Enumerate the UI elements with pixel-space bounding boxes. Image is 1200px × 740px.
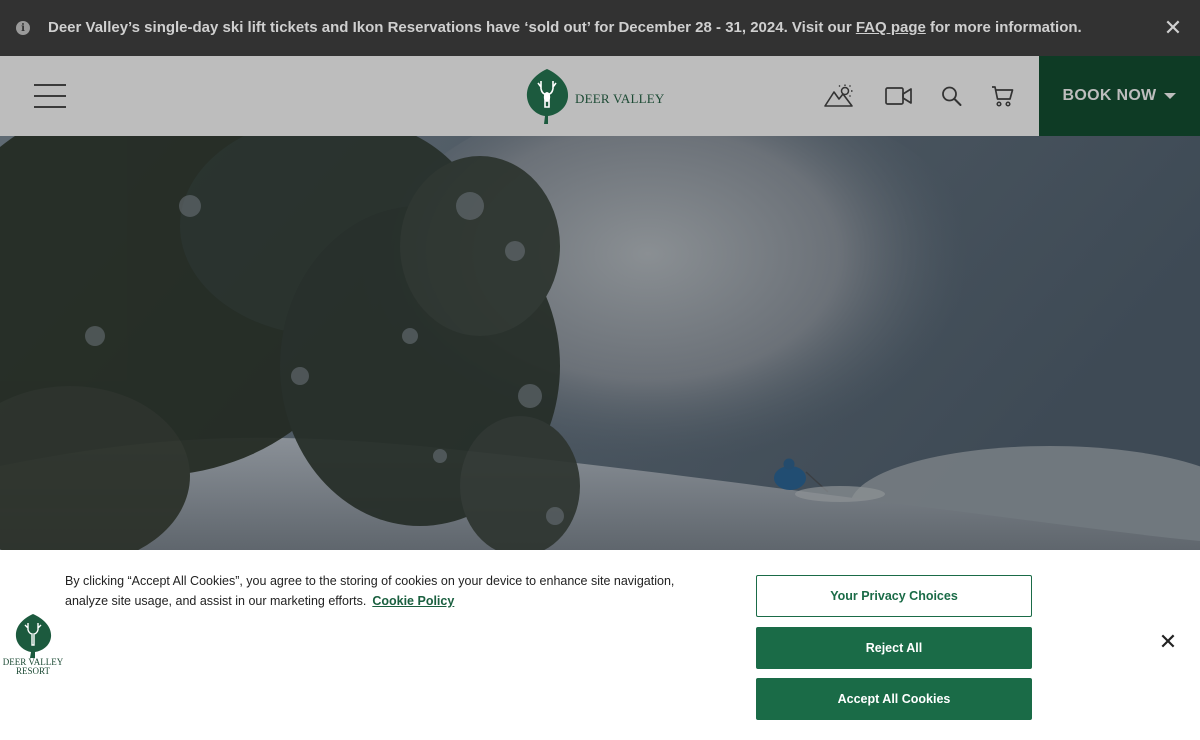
alert-text-before: Deer Valley’s single-day ski lift ticket…	[48, 19, 856, 36]
cookie-policy-link[interactable]: Cookie Policy	[372, 594, 454, 608]
cart-icon[interactable]	[991, 84, 1015, 108]
skier-powder-photo	[0, 136, 1200, 550]
aspen-leaf-deer-icon	[526, 69, 569, 124]
cookie-message: By clicking “Accept All Cookies”, you ag…	[65, 571, 715, 611]
logo-text: DEER VALLEY	[575, 91, 665, 106]
hero-image	[0, 136, 1200, 550]
accept-all-cookies-button[interactable]: Accept All Cookies	[756, 678, 1032, 720]
menu-icon[interactable]	[34, 83, 66, 109]
cookie-banner: DEER VALLEY RESORT By clicking “Accept A…	[0, 550, 1200, 740]
logo-line2: RESORT	[16, 666, 50, 676]
info-icon: i	[16, 21, 30, 35]
close-icon[interactable]: ✕	[1158, 631, 1178, 653]
search-icon[interactable]	[941, 84, 962, 108]
book-now-label: BOOK NOW	[1062, 87, 1157, 104]
privacy-choices-button[interactable]: Your Privacy Choices	[756, 575, 1032, 617]
book-now-button[interactable]: BOOK NOW	[1039, 56, 1200, 136]
alert-message: Deer Valley’s single-day ski lift ticket…	[48, 19, 1082, 36]
close-icon[interactable]: ✕	[1163, 17, 1183, 39]
reject-all-button[interactable]: Reject All	[756, 627, 1032, 669]
site-header: DEER VALLEY BOOK NOW	[0, 56, 1200, 136]
faq-link[interactable]: FAQ page	[856, 19, 926, 36]
site-logo[interactable]: DEER VALLEY	[524, 67, 679, 125]
resort-logo-text: DEER VALLEY RESORT	[0, 658, 66, 676]
cookie-message-text: By clicking “Accept All Cookies”, you ag…	[65, 574, 675, 608]
alert-text-after: for more information.	[925, 19, 1082, 36]
video-icon[interactable]	[885, 84, 912, 108]
caret-down-icon	[1164, 93, 1177, 99]
alert-banner: i Deer Valley’s single-day ski lift tick…	[0, 0, 1200, 56]
weather-icon[interactable]	[824, 84, 854, 108]
